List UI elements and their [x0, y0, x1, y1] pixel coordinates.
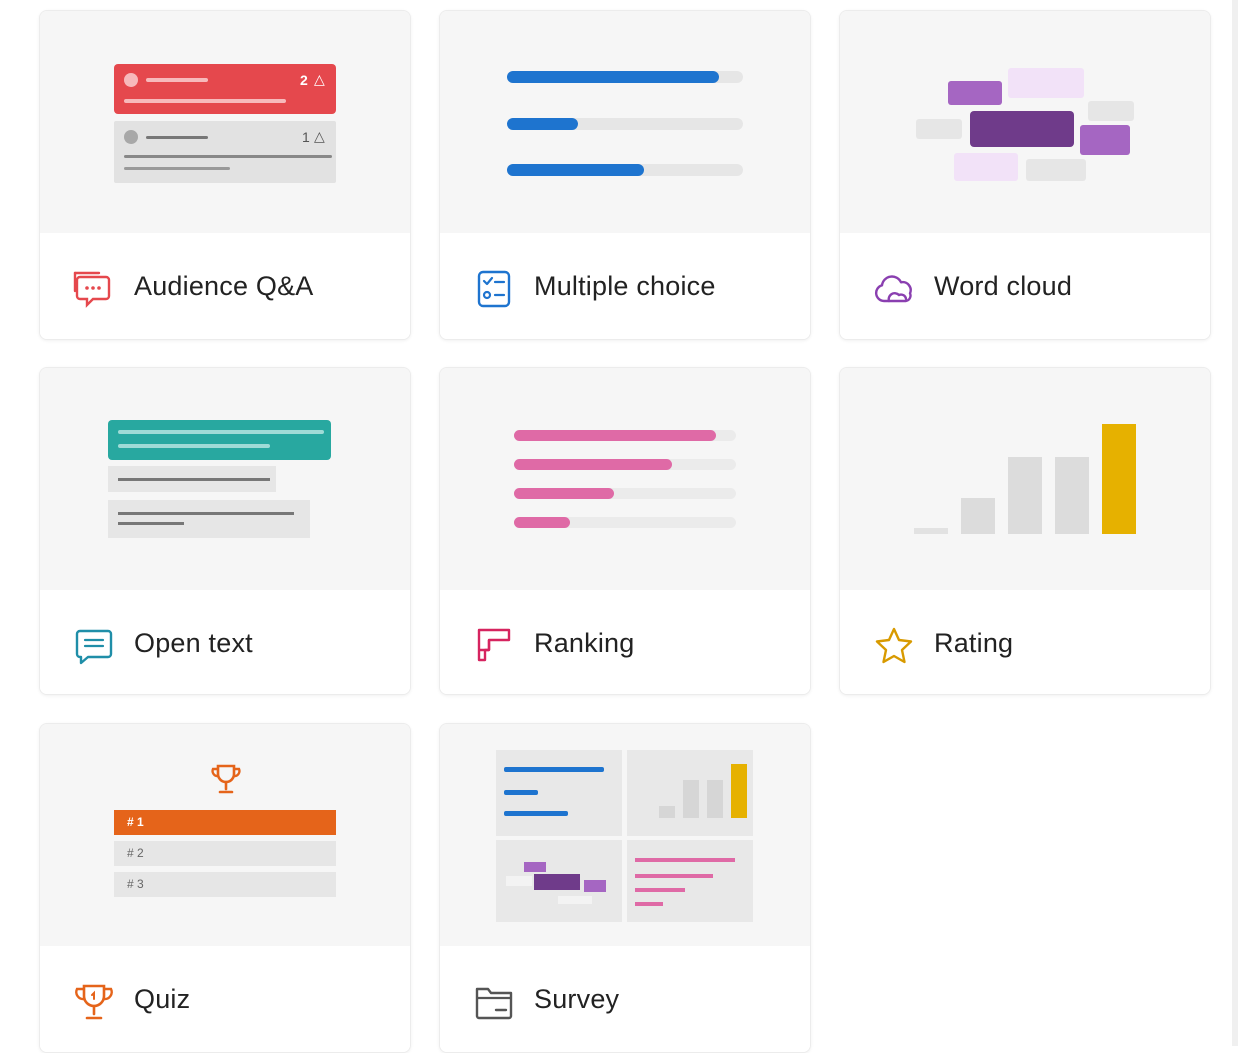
trophy-icon	[209, 762, 243, 801]
thumb-icon: △	[314, 128, 325, 144]
card-ranking[interactable]: Ranking	[439, 367, 811, 695]
thumb-icon: △	[314, 71, 325, 87]
multiple-choice-preview	[440, 11, 810, 233]
word-cloud-preview	[840, 11, 1210, 233]
trophy-icon	[72, 980, 116, 1024]
mc-bar-2	[507, 118, 578, 130]
text-message-icon	[72, 624, 116, 668]
card-label: Word cloud	[934, 271, 1073, 301]
rank-label: # 3	[127, 877, 144, 891]
card-quiz[interactable]: # 1 # 2 # 3 Quiz	[39, 723, 411, 1053]
card-label: Survey	[534, 984, 620, 1014]
qa-bottom-upvotes: 1	[302, 129, 310, 145]
card-survey[interactable]: Survey	[439, 723, 811, 1053]
ranking-preview	[440, 368, 810, 590]
rank-bar-2	[514, 459, 672, 470]
ranking-bars-icon	[472, 624, 516, 668]
qa-top-question: 2 △	[114, 64, 336, 114]
quiz-rank-2: # 2	[114, 841, 336, 866]
quiz-rank-3: # 3	[114, 872, 336, 897]
card-audience-qa[interactable]: 2 △ 1 △ Audience Q&A	[39, 10, 411, 340]
rating-preview	[840, 368, 1210, 590]
card-label: Rating	[934, 628, 1014, 658]
card-label: Open text	[134, 628, 253, 658]
quiz-rank-1: # 1	[114, 810, 336, 835]
mc-bar-3	[507, 164, 644, 176]
card-multiple-choice[interactable]: Multiple choice	[439, 10, 811, 340]
mc-bar-1	[507, 71, 719, 83]
rating-bar-5	[1102, 424, 1136, 534]
card-label: Audience Q&A	[134, 271, 314, 301]
open-text-preview	[40, 368, 410, 590]
folder-form-icon	[472, 980, 516, 1024]
rating-bar-1	[914, 528, 948, 534]
rank-label: # 1	[127, 815, 144, 829]
rating-bar-3	[1008, 457, 1042, 534]
qa-top-upvotes: 2	[300, 72, 308, 88]
survey-preview	[440, 724, 810, 946]
qa-bottom-question: 1 △	[114, 121, 336, 183]
rating-bar-2	[961, 498, 995, 534]
rank-bar-3	[514, 488, 614, 499]
quiz-preview: # 1 # 2 # 3	[40, 724, 410, 946]
speech-bubbles-icon	[72, 267, 116, 311]
card-rating[interactable]: Rating	[839, 367, 1211, 695]
checklist-icon	[472, 267, 516, 311]
card-open-text[interactable]: Open text	[39, 367, 411, 695]
card-label: Ranking	[534, 628, 635, 658]
cloud-icon	[872, 267, 916, 311]
rank-label: # 2	[127, 846, 144, 860]
card-word-cloud[interactable]: Word cloud	[839, 10, 1211, 340]
star-icon	[872, 624, 916, 668]
scrollbar-track[interactable]	[1232, 0, 1238, 1046]
audience-qa-preview: 2 △ 1 △	[40, 11, 410, 233]
rank-bar-4	[514, 517, 570, 528]
rating-bar-4	[1055, 457, 1089, 534]
card-label: Multiple choice	[534, 271, 716, 301]
card-label: Quiz	[134, 984, 191, 1014]
rank-bar-1	[514, 430, 716, 441]
